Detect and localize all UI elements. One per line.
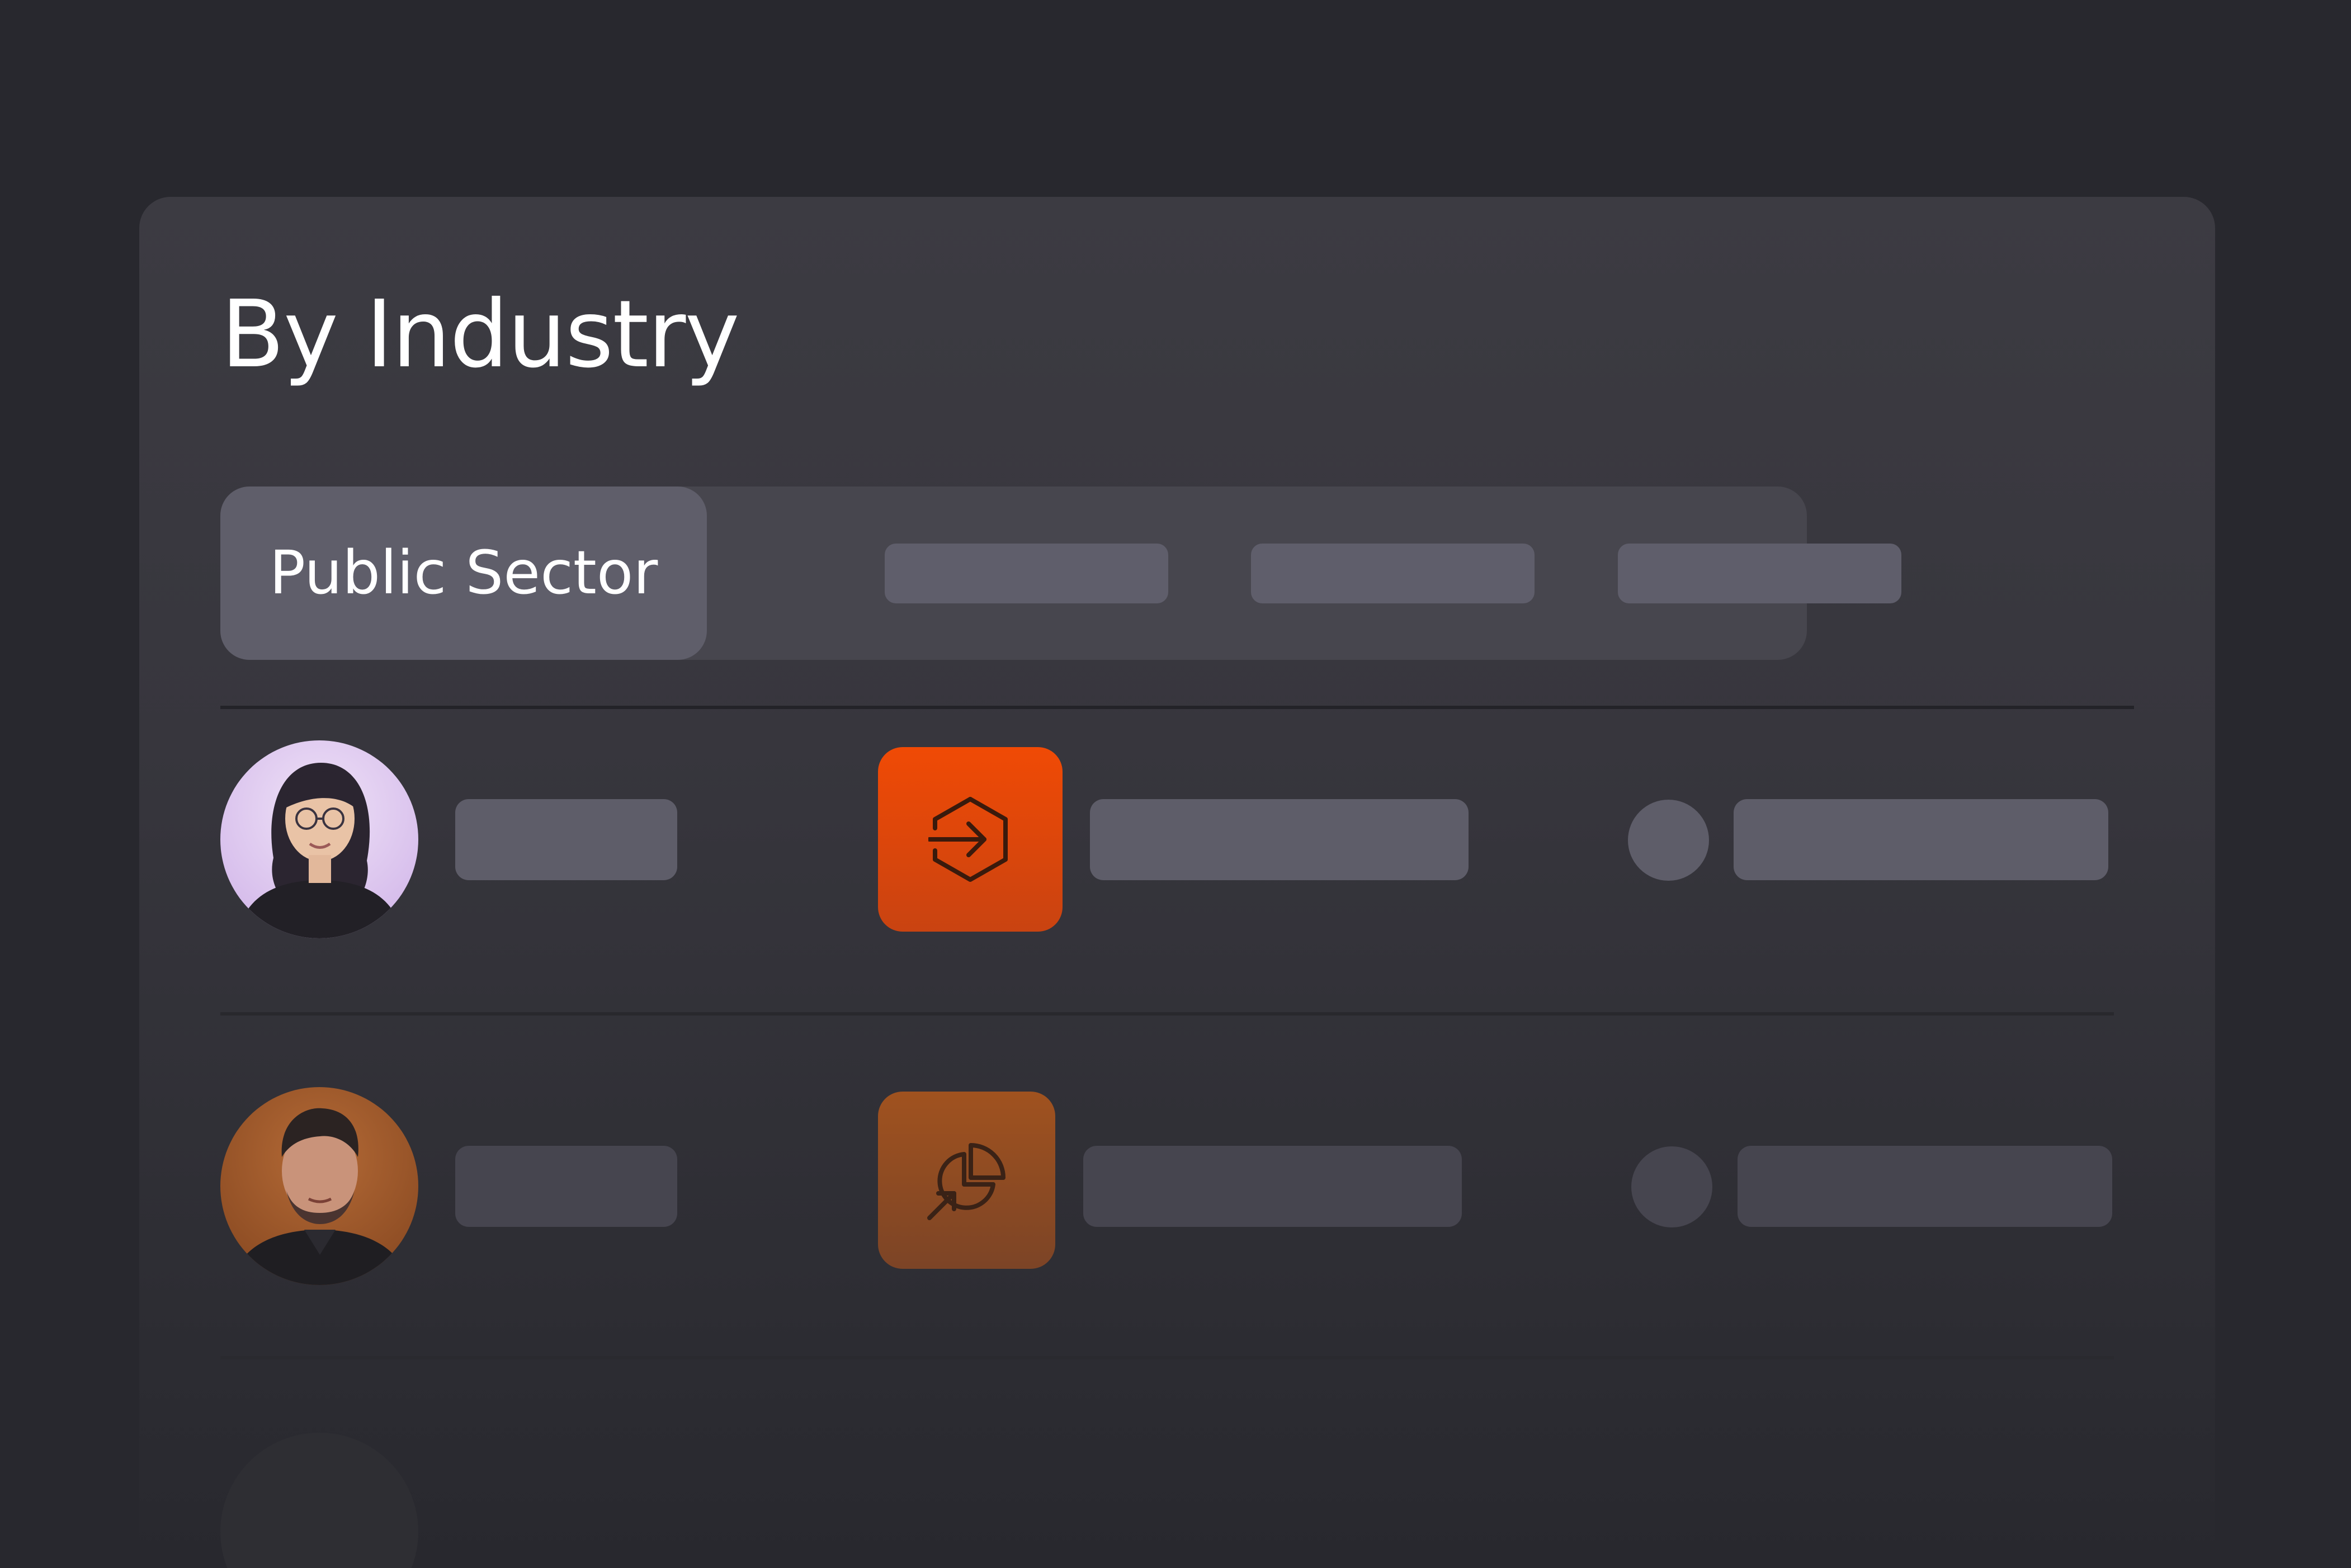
avatar [220,740,418,938]
hexagon-arrow-in-icon [928,797,1008,882]
list-item[interactable] [139,740,2215,975]
app-icon-tile[interactable] [878,747,1063,932]
meta-placeholder [1734,799,2108,880]
avatar [220,1087,418,1285]
name-placeholder [455,1146,677,1227]
avatar [220,1433,418,1568]
tab-public-sector[interactable]: Public Sector [220,487,707,660]
name-placeholder [455,799,677,880]
divider [220,1356,2114,1359]
meta-placeholder [1738,1146,2112,1227]
app-icon-tile[interactable] [878,1092,1055,1269]
tab-placeholder-3[interactable] [1251,544,1535,603]
page-title: By Industry [221,281,740,389]
divider [220,706,2134,709]
list-item[interactable] [139,1087,2215,1300]
tab-placeholder-4[interactable] [1618,544,1901,603]
pie-chart-arrow-icon [927,1142,1005,1220]
detail-placeholder [1083,1146,1462,1227]
status-dot [1628,800,1709,881]
person-avatar-woman [220,740,418,938]
industry-tabs: Public Sector [220,487,1901,660]
status-dot [1631,1146,1712,1227]
detail-placeholder [1090,799,1469,880]
industry-card: By Industry Public Sector [139,197,2215,1568]
person-avatar-man [220,1087,418,1285]
divider [220,1012,2114,1016]
tab-placeholder-2[interactable] [885,544,1168,603]
